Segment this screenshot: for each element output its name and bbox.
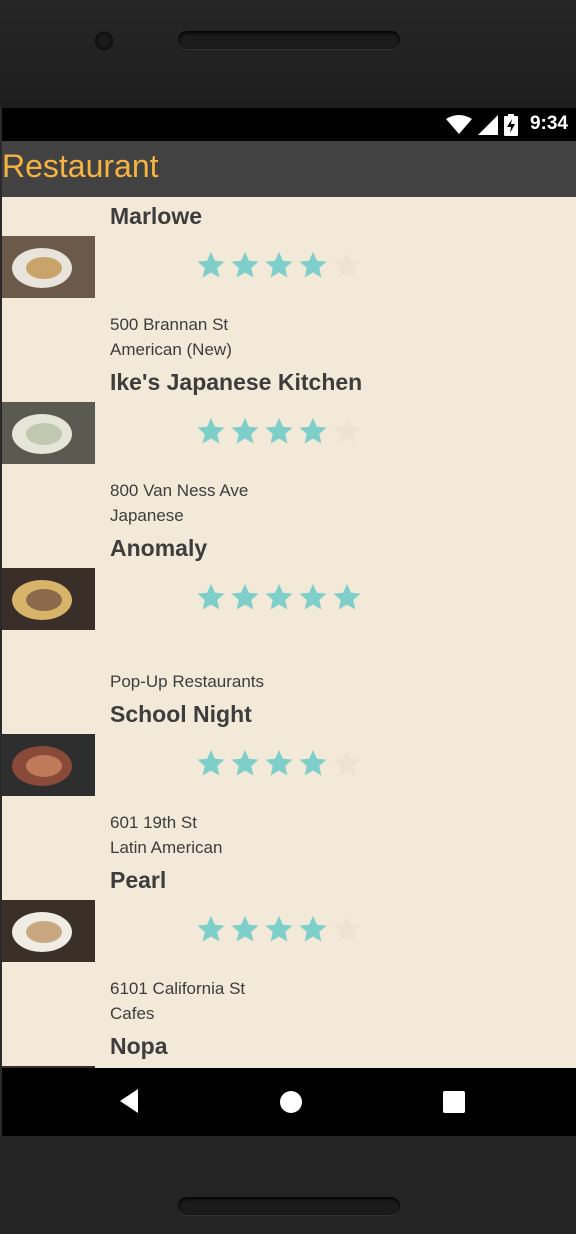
restaurant-name: Nopa (110, 1033, 168, 1059)
star-filled-icon (265, 583, 293, 610)
battery-charging-icon (504, 114, 518, 136)
restaurant-list-item[interactable]: Pearl 6101 California St Cafes (2, 861, 576, 1027)
restaurant-address: 6101 California St (110, 979, 246, 998)
restaurant-address: 500 Brannan St (110, 315, 229, 334)
star-filled-icon (197, 915, 225, 942)
device-top-bezel (0, 0, 576, 108)
restaurant-name: School Night (110, 701, 252, 727)
navigation-bar (2, 1068, 576, 1136)
rating-stars (196, 748, 362, 778)
star-filled-icon (231, 251, 259, 278)
front-camera (95, 32, 113, 50)
star-filled-icon (231, 417, 259, 444)
restaurant-name: Ike's Japanese Kitchen (110, 369, 363, 395)
star-filled-icon (333, 583, 361, 610)
star-filled-icon (197, 417, 225, 444)
star-filled-icon (231, 749, 259, 776)
star-filled-icon (197, 251, 225, 278)
star-filled-icon (265, 417, 293, 444)
wifi-icon (446, 115, 472, 134)
restaurant-list-item[interactable]: School Night 601 19th St Latin American (2, 695, 576, 861)
back-icon[interactable] (118, 1088, 140, 1114)
star-empty-icon (333, 749, 361, 776)
restaurant-name: Marlowe (110, 203, 203, 229)
restaurant-photo (2, 734, 95, 796)
app-bar: Restaurant (2, 141, 576, 197)
star-filled-icon (197, 583, 225, 610)
restaurant-category: Latin American (110, 838, 223, 857)
restaurant-photo (2, 568, 95, 630)
restaurant-list-item[interactable]: Anomaly Pop-Up Restaurants (2, 529, 576, 695)
star-empty-icon (333, 915, 361, 942)
restaurant-name: Pearl (110, 867, 167, 893)
restaurant-photo (2, 236, 95, 298)
restaurant-address: 601 19th St (110, 813, 197, 832)
star-filled-icon (299, 251, 327, 278)
status-time: 9:34 (529, 113, 568, 134)
restaurant-category: Pop-Up Restaurants (110, 672, 265, 691)
star-empty-icon (333, 251, 361, 278)
rating-stars (196, 416, 362, 446)
status-icons (446, 114, 518, 136)
restaurant-list-item[interactable]: Marlowe 500 Brannan St American (New) (2, 197, 576, 363)
restaurant-list-item[interactable]: Ike's Japanese Kitchen 800 Van Ness Ave … (2, 363, 576, 529)
earpiece-speaker (178, 31, 400, 49)
star-filled-icon (265, 251, 293, 278)
restaurant-category: Japanese (110, 506, 184, 525)
app-title: Restaurant (2, 148, 159, 184)
status-bar: 9:34 (2, 108, 576, 141)
star-filled-icon (299, 749, 327, 776)
star-filled-icon (265, 915, 293, 942)
restaurant-category: American (New) (110, 340, 232, 359)
restaurant-address: 800 Van Ness Ave (110, 481, 249, 500)
bottom-speaker (178, 1197, 400, 1215)
star-filled-icon (231, 915, 259, 942)
device-bottom-bezel (0, 1136, 576, 1234)
home-icon[interactable] (279, 1090, 303, 1114)
recents-icon[interactable] (443, 1091, 465, 1113)
star-filled-icon (299, 583, 327, 610)
restaurant-photo (2, 402, 95, 464)
star-filled-icon (299, 417, 327, 444)
star-empty-icon (333, 417, 361, 444)
restaurant-name: Anomaly (110, 535, 208, 561)
star-filled-icon (299, 915, 327, 942)
rating-stars (196, 914, 362, 944)
rating-stars (196, 250, 362, 280)
phone-screen: 9:34 Restaurant Marlowe 500 Brannan St A… (2, 108, 576, 1136)
star-filled-icon (197, 749, 225, 776)
star-filled-icon (231, 583, 259, 610)
rating-stars (196, 582, 362, 612)
restaurant-category: Cafes (110, 1004, 155, 1023)
restaurant-list[interactable]: Marlowe 500 Brannan St American (New) Ik… (2, 197, 576, 1136)
cell-signal-icon (478, 115, 498, 135)
restaurant-photo (2, 900, 95, 962)
star-filled-icon (265, 749, 293, 776)
